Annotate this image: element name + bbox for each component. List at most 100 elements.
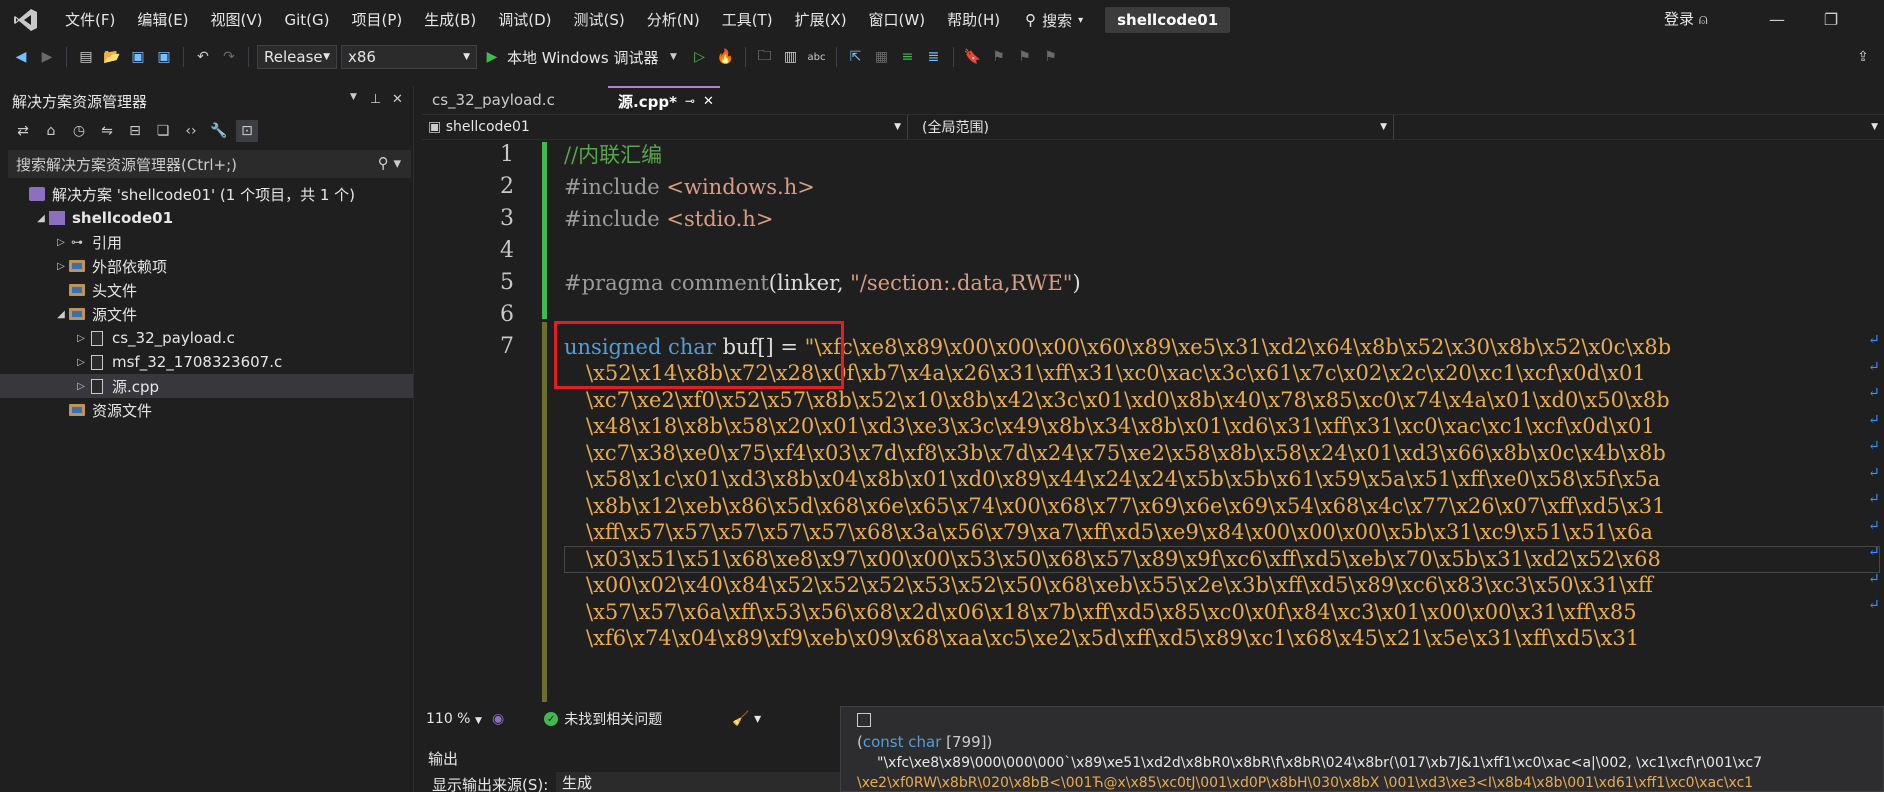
tree-item[interactable]: 资源文件 — [0, 398, 413, 422]
platform-dropdown[interactable]: x86 ▼ — [341, 45, 477, 69]
minimize-icon[interactable]: — — [1766, 8, 1788, 30]
login-link[interactable]: 登录 ⍝ — [1664, 8, 1708, 29]
restore-icon[interactable]: ❐ — [1820, 8, 1842, 30]
search-button[interactable]: ⚲ 搜索 ▾ — [1025, 10, 1083, 31]
check-icon: ✓ — [544, 712, 559, 726]
tree-item[interactable]: ▷ 源.cpp — [0, 374, 413, 398]
tree-item[interactable]: ◢ 源文件 — [0, 302, 413, 326]
next-bookmark-icon[interactable]: ⚑ — [1014, 46, 1036, 68]
tree-item[interactable]: ▷ ⊶ 引用 — [0, 230, 413, 254]
tree-item[interactable]: ▷ msf_32_1708323607.c — [0, 350, 413, 374]
menu-item[interactable]: 窗口(W) — [858, 5, 937, 35]
clear-bookmark-icon[interactable]: ⚑ — [1040, 46, 1062, 68]
member-nav-dropdown[interactable]: ▼ — [1394, 115, 1884, 139]
issues-indicator[interactable]: ✓ 未找到相关问题 — [544, 709, 662, 729]
close-icon[interactable]: ✕ — [703, 94, 714, 109]
undo-icon[interactable]: ↶ — [192, 46, 214, 68]
menu-item[interactable]: 扩展(X) — [784, 5, 858, 35]
menu-item[interactable]: 调试(D) — [487, 5, 562, 35]
collapsed-arrow-icon[interactable]: ▷ — [74, 381, 88, 392]
tree-item[interactable]: 头文件 — [0, 278, 413, 302]
run-debugger-button[interactable]: 本地 Windows 调试器 — [507, 47, 659, 68]
menu-item[interactable]: 编辑(E) — [126, 5, 199, 35]
sync-icon[interactable]: ⇋ — [96, 120, 118, 142]
tab-cs-32-payload[interactable]: cs_32_payload.c — [422, 86, 608, 114]
menu-item[interactable]: Git(G) — [274, 5, 341, 35]
c-file-icon — [88, 330, 106, 346]
start-without-debugging-icon[interactable]: ▷ — [689, 46, 711, 68]
collapsed-arrow-icon[interactable]: ▷ — [74, 333, 88, 344]
new-project-icon[interactable]: ▤ — [75, 46, 97, 68]
menu-item[interactable]: 文件(F) — [54, 5, 126, 35]
bookmark-icon[interactable]: 🔖 — [962, 46, 984, 68]
separator — [183, 47, 184, 67]
comment-icon[interactable]: ≡ — [897, 46, 919, 68]
tree-item[interactable]: ▷ 外部依赖项 — [0, 254, 413, 278]
show-all-files-icon[interactable]: ❏ — [152, 120, 174, 142]
menu-item[interactable]: 分析(N) — [636, 5, 711, 35]
uncomment-icon[interactable]: ≣ — [923, 46, 945, 68]
output-source-dropdown[interactable]: 生成 — [556, 772, 856, 792]
code-line-2: #include <windows.h> — [564, 175, 815, 199]
chevron-down-icon[interactable]: ▼ — [663, 46, 685, 68]
configuration-dropdown[interactable]: Release ▼ — [257, 45, 337, 69]
folder-tool-icon[interactable]: 🗀 — [754, 46, 776, 68]
expanded-arrow-icon[interactable]: ◢ — [34, 213, 48, 224]
history-icon[interactable]: ◷ — [68, 120, 90, 142]
collapsed-arrow-icon[interactable]: ▷ — [74, 357, 88, 368]
preview-icon[interactable]: ⊡ — [236, 120, 258, 142]
pin-icon[interactable]: ⊥ — [370, 92, 381, 107]
separator — [835, 47, 837, 67]
properties-icon[interactable]: 🔧 — [208, 120, 230, 142]
tree-item[interactable]: ▷ cs_32_payload.c — [0, 326, 413, 350]
redo-icon[interactable]: ↷ — [218, 46, 240, 68]
tree-item[interactable]: 解决方案 'shellcode01' (1 个项目，共 1 个) — [0, 182, 413, 206]
menu-item[interactable]: 视图(V) — [200, 5, 274, 35]
save-icon[interactable]: ▣ — [127, 46, 149, 68]
collapsed-arrow-icon[interactable]: ▷ — [54, 237, 68, 248]
chevron-down-icon[interactable]: ▼ — [350, 92, 357, 102]
solution-search-input[interactable]: 搜索解决方案资源管理器(Ctrl+;) ⚲ ▾ — [8, 150, 411, 178]
pin-icon[interactable]: ⊸ — [685, 94, 695, 108]
line-number: 1 — [500, 142, 514, 167]
tab-source-cpp[interactable]: 源.cpp* ⊸ ✕ — [608, 86, 720, 114]
saved-change-bar — [542, 142, 547, 319]
back-icon[interactable]: ◀ — [10, 46, 32, 68]
menu-item[interactable]: 帮助(H) — [936, 5, 1011, 35]
copilot-icon[interactable]: ◉ — [492, 711, 504, 727]
prev-bookmark-icon[interactable]: ⚑ — [988, 46, 1010, 68]
share-icon[interactable]: ⇪ — [1852, 46, 1874, 68]
spell-check-icon[interactable]: abc — [806, 46, 828, 68]
start-debugging-icon[interactable]: ▶ — [481, 46, 503, 68]
zoom-dropdown[interactable]: 110 % ▼ — [422, 711, 492, 727]
code-editor[interactable]: 1 2 3 4 5 6 7 //内联汇编 #include <windows.h> #inc… — [422, 142, 1884, 702]
project-nav-dropdown[interactable]: ▣ shellcode01 ▼ — [422, 115, 908, 139]
select-icon[interactable]: ⇱ — [845, 46, 867, 68]
menu-item[interactable]: 工具(T) — [711, 5, 784, 35]
menu-item[interactable]: 测试(S) — [563, 5, 636, 35]
code-view-icon[interactable]: ‹› — [180, 120, 202, 142]
hot-reload-icon[interactable]: 🔥 — [715, 46, 737, 68]
build-icon[interactable]: ▥ — [780, 46, 802, 68]
menu-item[interactable]: 项目(P) — [341, 5, 414, 35]
menu-item[interactable]: 生成(B) — [413, 5, 487, 35]
tooltip-value-line-2: \xe2\xf0RW\x8bR\020\x8bB<\001Ћ@x\x85\xc0… — [857, 775, 1754, 791]
c-file-icon — [88, 354, 106, 370]
align-icon[interactable]: ▦ — [871, 46, 893, 68]
close-icon[interactable]: ✕ — [392, 92, 403, 107]
open-folder-icon[interactable]: 📂 — [101, 46, 123, 68]
save-all-icon[interactable]: ▣ — [153, 46, 175, 68]
unsaved-change-bar — [542, 322, 547, 702]
collapsed-arrow-icon[interactable]: ▷ — [54, 261, 68, 272]
tree-item[interactable]: ◢ shellcode01 — [0, 206, 413, 230]
word-wrap-icon: ↵ — [1868, 332, 1880, 348]
home-icon[interactable]: ⌂ — [40, 120, 62, 142]
switch-views-icon[interactable]: ⇄ — [12, 120, 34, 142]
forward-icon[interactable]: ▶ — [36, 46, 58, 68]
separator — [66, 47, 67, 67]
tree-item-label: shellcode01 — [72, 209, 174, 227]
scope-nav-dropdown[interactable]: (全局范围) ▼ — [908, 115, 1394, 139]
collapse-all-icon[interactable]: ⊟ — [124, 120, 146, 142]
expanded-arrow-icon[interactable]: ◢ — [54, 309, 68, 320]
cleanup-icon[interactable]: 🧹 ▾ — [732, 711, 761, 727]
